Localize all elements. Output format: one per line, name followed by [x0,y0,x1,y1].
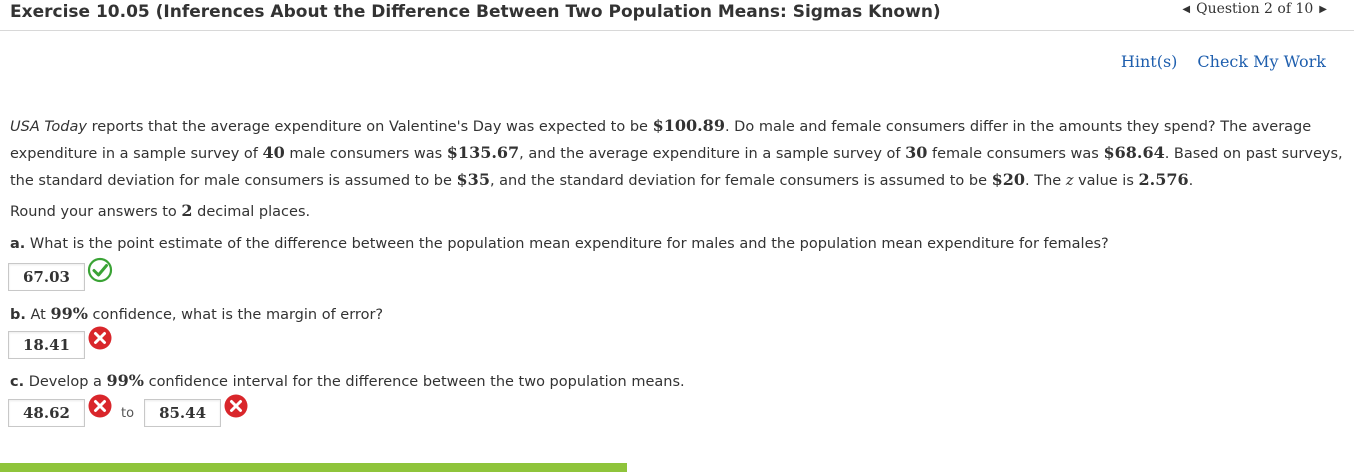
check-my-work-link[interactable]: Check My Work [1197,52,1326,71]
rounding-instruction: Round your answers to 2 decimal places. [10,201,311,220]
question-c: c. Develop a 99% confidence interval for… [10,371,685,390]
incorrect-x-icon [88,326,112,350]
source-name: USA Today [10,119,87,135]
header-bar: Exercise 10.05 (Inferences About the Dif… [0,0,1354,31]
answer-b-field[interactable]: 18.41 [8,331,85,359]
hints-link[interactable]: Hint(s) [1121,52,1178,71]
question-position: Question 2 of 10 [1196,1,1314,17]
prev-question-icon[interactable]: ◀ [1182,4,1190,15]
answer-row-c: 48.62 to 85.44 [8,394,249,427]
problem-paragraph: USA Today reports that the average expen… [10,116,1343,189]
problem-text: USA Today reports that the average expen… [10,113,1350,194]
progress-bar [0,463,627,472]
question-navigator: ◀ Question 2 of 10 ▶ [1182,1,1327,17]
answer-c-lower-field[interactable]: 48.62 [8,399,85,427]
question-b: b. At 99% confidence, what is the margin… [10,304,384,323]
answer-row-b: 18.41 [8,326,113,359]
interval-to-label: to [121,405,135,421]
answer-row-a: 67.03 [8,257,113,291]
question-a: a. What is the point estimate of the dif… [10,236,1109,252]
answer-a-field[interactable]: 67.03 [8,263,85,291]
incorrect-x-icon [88,394,112,418]
correct-check-icon [87,257,113,283]
help-links: Hint(s) Check My Work [1121,52,1326,71]
next-question-icon[interactable]: ▶ [1319,4,1327,15]
exercise-title: Exercise 10.05 (Inferences About the Dif… [10,2,941,22]
incorrect-x-icon [224,394,248,418]
answer-c-upper-field[interactable]: 85.44 [144,399,222,427]
